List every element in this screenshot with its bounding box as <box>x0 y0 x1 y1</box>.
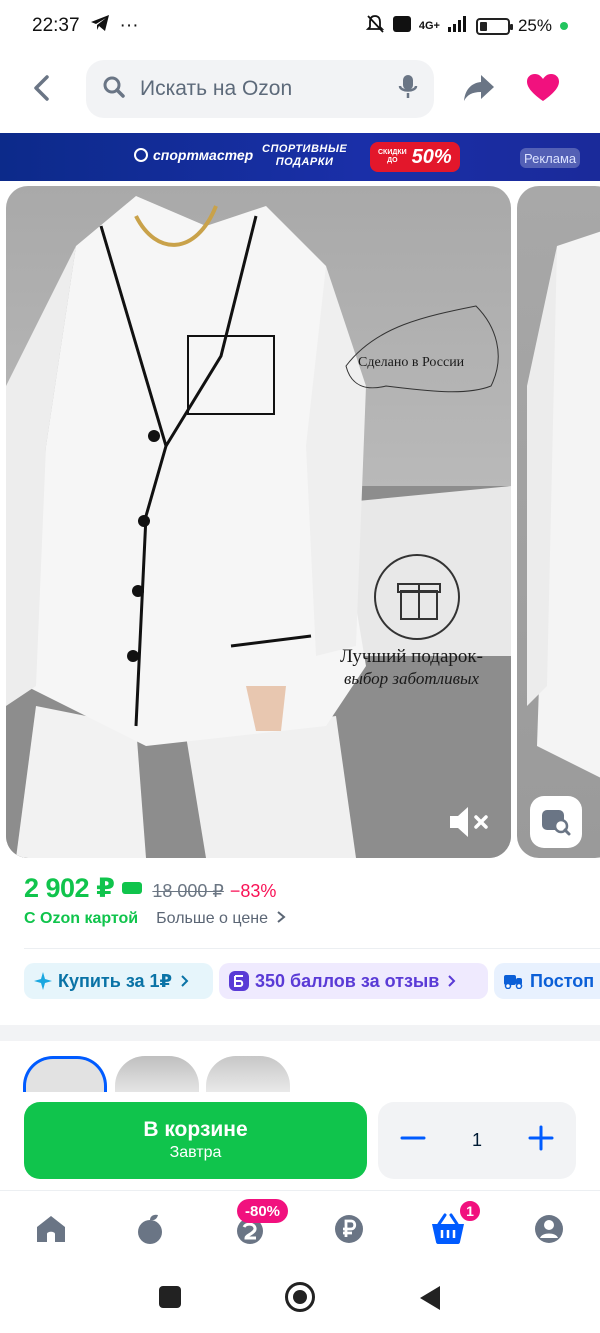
gallery-thumbnail[interactable] <box>23 1056 107 1096</box>
cart-bar: В корзине Завтра 1 <box>0 1092 600 1190</box>
made-in-russia-label: Сделано в России <box>358 355 465 370</box>
system-nav-bar <box>0 1262 600 1333</box>
privacy-dot-icon <box>560 22 568 30</box>
bottom-nav: -80% 1 <box>0 1190 600 1262</box>
search-icon <box>102 75 126 104</box>
banner-sale-badge: СКИДКИ ДО 50% <box>370 142 460 172</box>
nav-finance[interactable] <box>331 1211 367 1247</box>
banner-line-2: ПОДАРКИ <box>275 156 334 168</box>
search-placeholder: Искать на Ozon <box>140 77 293 100</box>
more-about-price-label: Больше о цене <box>156 910 268 927</box>
ozon-card-label: С Ozon картой <box>24 910 139 927</box>
search-header: Искать на Ozon <box>0 58 600 120</box>
sparkle-icon <box>34 972 52 990</box>
sportmaster-logo-icon <box>134 148 148 162</box>
share-icon <box>464 75 494 101</box>
home-icon <box>37 1216 65 1242</box>
more-about-price-link[interactable]: Больше о цене <box>156 910 287 928</box>
gallery-thumbnail[interactable] <box>115 1056 199 1096</box>
chip-label: 350 баллов за отзыв <box>255 970 440 991</box>
supplier-chip[interactable]: Постоп <box>494 963 600 999</box>
ad-label[interactable]: Реклама <box>520 148 581 168</box>
apple-icon <box>138 1214 162 1244</box>
volte-icon <box>392 15 411 37</box>
chip-label: Купить за 1₽ <box>58 970 173 991</box>
nav-fresh[interactable] <box>132 1211 168 1247</box>
points-for-review-chip[interactable]: 350 баллов за отзыв <box>219 963 488 999</box>
heart-icon <box>527 74 559 101</box>
nav-home[interactable] <box>33 1211 69 1247</box>
clock: 22:37 <box>32 15 80 36</box>
next-photo-illustration <box>527 231 600 778</box>
banner-brand-name: спортмастер <box>153 147 254 163</box>
discount-percent: −83% <box>229 881 277 901</box>
gift-icon <box>374 554 460 640</box>
sale-badge: -80% <box>237 1199 289 1223</box>
image-search-button[interactable] <box>530 796 582 848</box>
more-notifications-icon: ··· <box>119 15 139 36</box>
next-product-photo[interactable] <box>517 186 600 858</box>
ad-banner[interactable]: спортмастер СПОРТИВНЫЕ ПОДАРКИ СКИДКИ ДО… <box>0 133 600 181</box>
image-search-icon <box>542 810 571 836</box>
share-button[interactable] <box>462 73 496 108</box>
divider <box>24 948 600 949</box>
banner-brand: спортмастер <box>134 147 253 163</box>
truck-icon <box>504 973 524 989</box>
status-bar: 22:37 ··· 4G+ 25% <box>0 0 600 52</box>
plus-icon <box>528 1125 554 1151</box>
battery-level: 25% <box>517 16 552 35</box>
minus-icon <box>400 1136 426 1140</box>
search-input[interactable]: Искать на Ozon <box>86 60 434 118</box>
microphone-icon[interactable] <box>398 74 418 105</box>
in-cart-button[interactable]: В корзине Завтра <box>24 1102 367 1179</box>
chevron-left-icon <box>34 75 49 101</box>
gallery-thumbnail[interactable] <box>206 1056 290 1096</box>
gift-caption-line-1: Лучший подарок- <box>340 646 483 667</box>
mute-button[interactable] <box>446 798 502 846</box>
gift-caption: Лучший подарок- выбор заботливых <box>340 646 483 690</box>
quantity-value: 1 <box>471 1130 482 1150</box>
ruble-icon <box>335 1215 363 1243</box>
signal-icon <box>447 15 468 37</box>
price-details: С Ozon картой Больше о цене <box>24 910 287 928</box>
gift-caption-line-2: выбор заботливых <box>343 669 480 688</box>
volume-muted-icon <box>450 807 488 837</box>
old-price: 18 000 ₽ <box>152 881 224 901</box>
home-button[interactable] <box>285 1282 315 1312</box>
favorite-button[interactable] <box>526 73 560 108</box>
network-type: 4G+ <box>418 20 440 32</box>
increase-button[interactable] <box>528 1125 554 1156</box>
banner-line-1: СПОРТИВНЫЕ <box>262 143 348 155</box>
price-row[interactable]: 2 902 ₽ 18 000 ₽ −83% <box>24 873 276 904</box>
battery-icon <box>475 17 513 35</box>
ozon-card-icon <box>122 882 143 894</box>
back-button[interactable] <box>24 70 60 106</box>
product-photo[interactable] <box>6 186 511 858</box>
banner-sale-small-1: СКИДКИ <box>378 149 407 156</box>
banner-sale-small-2: ДО <box>387 157 398 164</box>
section-separator <box>0 1025 600 1041</box>
quantity-stepper[interactable]: 1 <box>378 1102 576 1179</box>
delivery-date-label: Завтра <box>169 1144 222 1161</box>
chevron-right-icon <box>180 971 189 992</box>
telegram-icon <box>90 14 110 38</box>
in-cart-label: В корзине <box>143 1118 248 1141</box>
chip-label: Постоп <box>530 970 595 991</box>
banner-headline: СПОРТИВНЫЕ ПОДАРКИ <box>262 143 347 169</box>
points-icon <box>229 971 249 991</box>
profile-icon <box>535 1215 563 1243</box>
recents-button[interactable] <box>159 1286 181 1308</box>
decrease-button[interactable] <box>400 1125 426 1156</box>
chevron-right-icon <box>447 971 456 992</box>
current-price: 2 902 ₽ <box>24 873 115 903</box>
banner-sale-percent: 50% <box>411 145 452 168</box>
pajama-illustration <box>6 196 511 858</box>
cart-count-badge: 1 <box>458 1199 482 1223</box>
silent-bell-icon <box>365 14 385 39</box>
nav-profile[interactable] <box>531 1211 567 1247</box>
back-system-button[interactable] <box>420 1286 440 1310</box>
buy-for-1-ruble-chip[interactable]: Купить за 1₽ <box>24 963 213 999</box>
chevron-right-icon <box>277 911 287 923</box>
